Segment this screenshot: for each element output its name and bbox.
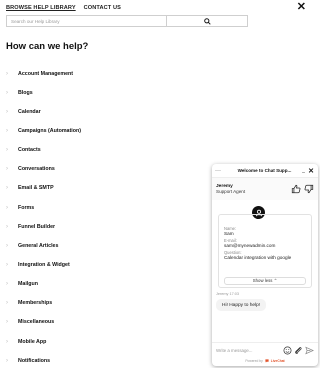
- chevron-right-icon: ›: [6, 147, 8, 154]
- chat-header: ··· Welcome to Chat Supp... _ ✕: [212, 164, 318, 178]
- chevron-right-icon: ›: [6, 127, 8, 134]
- chevron-right-icon: ›: [6, 223, 8, 230]
- show-less-button[interactable]: Show less ⌃: [224, 277, 306, 285]
- close-icon[interactable]: ✕: [297, 2, 306, 13]
- message-bubble: Hi! Happy to help!: [216, 299, 267, 311]
- chevron-right-icon: ›: [6, 242, 8, 249]
- tab-contact-us[interactable]: CONTACT US: [84, 5, 121, 11]
- message-input[interactable]: Write a message...: [216, 348, 281, 353]
- powered-by: Powered by LiveChat: [212, 358, 318, 364]
- attachment-icon[interactable]: [294, 346, 303, 355]
- category-label: Funnel Builder: [18, 223, 56, 230]
- search-icon: [203, 17, 211, 25]
- chevron-right-icon: ›: [6, 357, 8, 364]
- category-item[interactable]: › Calendar: [6, 102, 306, 121]
- chevron-right-icon: ›: [6, 185, 8, 192]
- chat-title: Welcome to Chat Supp...: [237, 168, 292, 173]
- category-label: Mobile App: [18, 338, 47, 345]
- chevron-right-icon: ›: [6, 108, 8, 115]
- chevron-right-icon: ›: [6, 89, 8, 96]
- category-item[interactable]: › Blogs: [6, 83, 306, 102]
- more-options-icon[interactable]: ···: [215, 168, 229, 174]
- help-tabs: BROWSE HELP LIBRARY CONTACT US: [6, 3, 121, 13]
- chevron-right-icon: ›: [6, 166, 8, 173]
- tab-browse-help-library[interactable]: BROWSE HELP LIBRARY: [6, 5, 76, 11]
- send-icon[interactable]: [305, 346, 314, 355]
- message-meta: Jeremy 17:03: [216, 292, 240, 296]
- page-title: How can we help?: [6, 41, 89, 52]
- search-button[interactable]: [166, 15, 248, 27]
- category-item[interactable]: › Contacts: [6, 141, 306, 160]
- agent-role: Support Agent: [216, 189, 246, 194]
- category-label: Forms: [18, 204, 35, 211]
- thumbs-up-icon[interactable]: [291, 184, 301, 194]
- category-label: Conversations: [18, 166, 55, 173]
- chevron-right-icon: ›: [6, 300, 8, 307]
- category-label: Campaigns (Automation): [18, 127, 81, 134]
- chevron-right-icon: ›: [6, 204, 8, 211]
- powered-prefix: Powered by: [245, 359, 263, 363]
- chevron-right-icon: ›: [6, 338, 8, 345]
- emoji-icon[interactable]: [283, 346, 292, 355]
- category-label: Account Management: [18, 70, 74, 77]
- name-value: Sam: [224, 231, 234, 236]
- category-label: Blogs: [18, 89, 33, 96]
- chevron-right-icon: ›: [6, 319, 8, 326]
- thumbs-down-icon[interactable]: [304, 184, 314, 194]
- category-label: Miscellaneous: [18, 319, 55, 326]
- search-bar: Search our Help Library: [6, 15, 248, 27]
- category-label: Notifications: [18, 357, 51, 364]
- chevron-right-icon: ›: [6, 70, 8, 77]
- chat-widget: ··· Welcome to Chat Supp... _ ✕ Jeremy S…: [212, 164, 318, 366]
- message-composer: Write a message...: [212, 342, 318, 357]
- agent-info: Jeremy Support Agent: [216, 184, 288, 194]
- prechat-form-card: Name: Sam E-mail: sam@mynewadmin.com Que…: [218, 214, 312, 288]
- category-item[interactable]: › Campaigns (Automation): [6, 121, 306, 140]
- category-label: Email & SMTP: [18, 185, 54, 192]
- category-item[interactable]: › Account Management: [6, 64, 306, 83]
- agent-bar: Jeremy Support Agent: [212, 178, 318, 200]
- livechat-logo-icon: [265, 359, 269, 363]
- chevron-right-icon: ›: [6, 281, 8, 288]
- category-label: Calendar: [18, 108, 41, 115]
- powered-brand[interactable]: LiveChat: [271, 359, 285, 363]
- minimize-icon[interactable]: _: [300, 168, 307, 174]
- category-label: General Articles: [18, 242, 59, 249]
- email-value: sam@mynewadmin.com: [224, 243, 276, 248]
- category-label: Mailgun: [18, 281, 39, 288]
- chevron-right-icon: ›: [6, 261, 8, 268]
- chat-close-icon[interactable]: ✕: [307, 167, 315, 175]
- category-label: Contacts: [18, 147, 41, 154]
- category-label: Integration & Widget: [18, 261, 70, 268]
- search-input[interactable]: Search our Help Library: [6, 15, 166, 27]
- question-value: Calendar integration with google: [224, 255, 292, 260]
- category-label: Memberships: [18, 300, 53, 307]
